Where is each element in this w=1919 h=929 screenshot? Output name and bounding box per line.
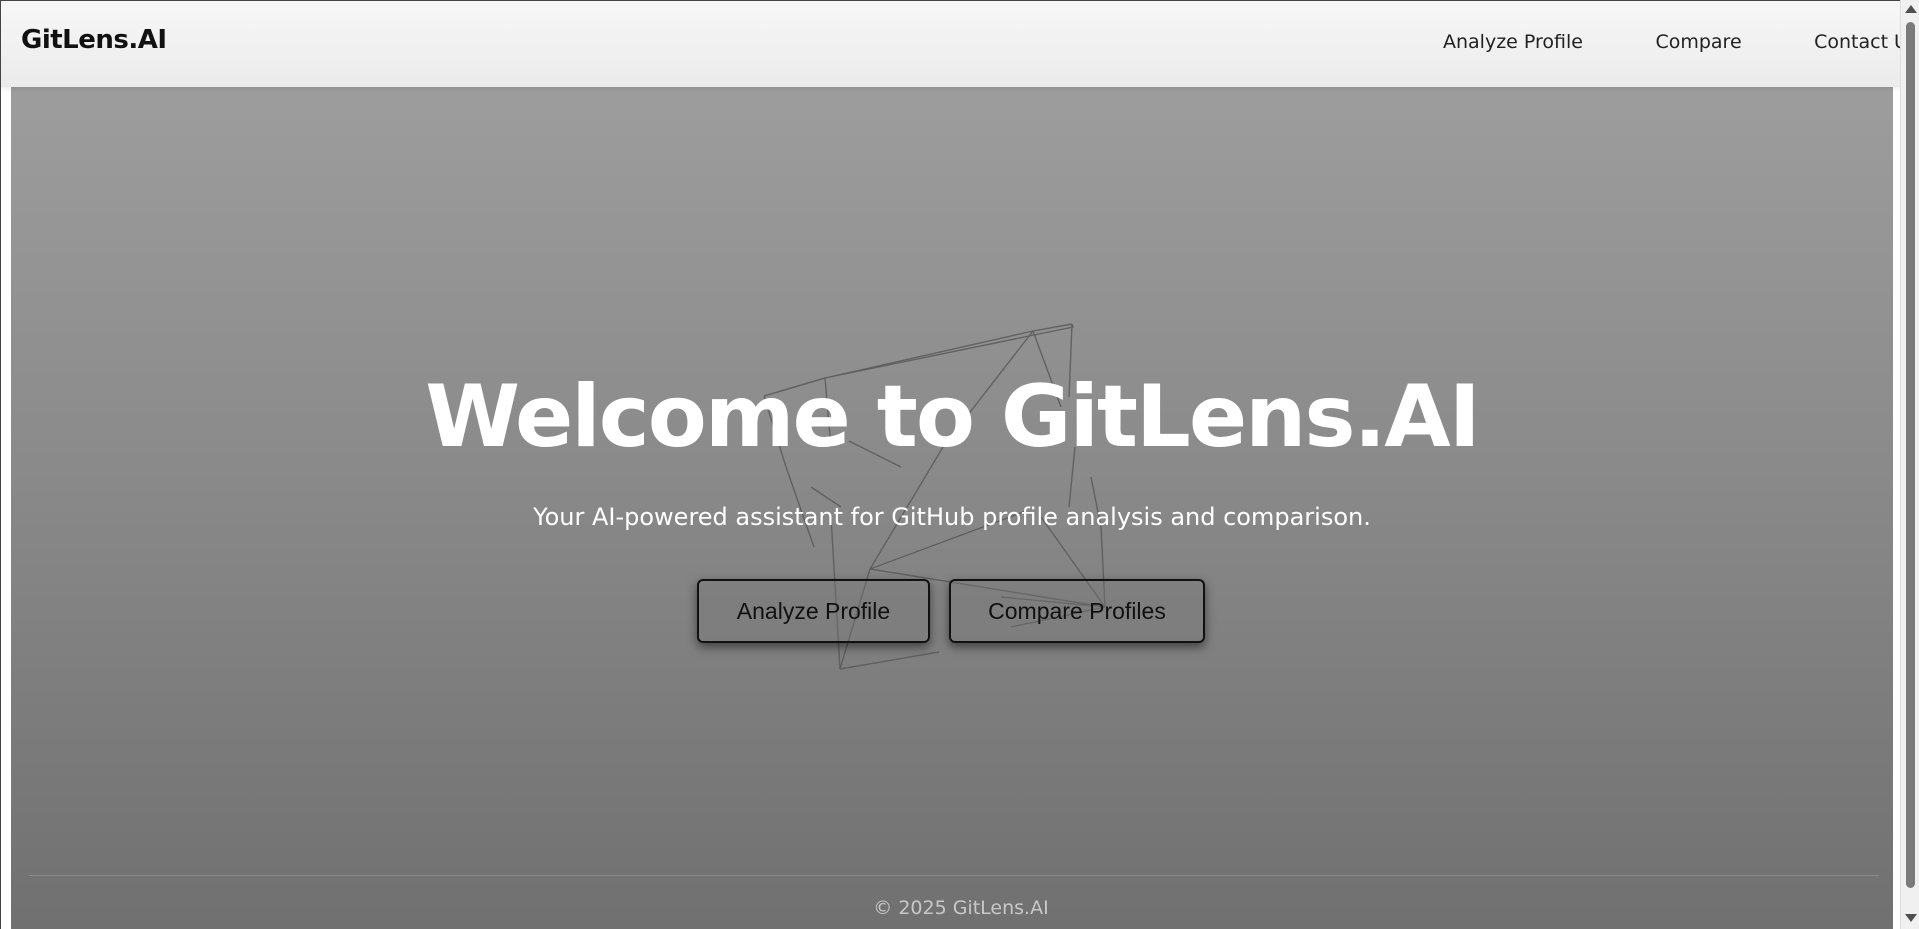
compare-profiles-button[interactable]: Compare Profiles [949, 579, 1205, 643]
nav-link-contact-us[interactable]: Contact Us [1814, 31, 1900, 53]
vertical-scrollbar[interactable] [1900, 0, 1919, 929]
browser-viewport: GitLens.AI Analyze Profile Compare Conta… [0, 0, 1900, 929]
nav-links: Analyze Profile Compare Contact Us [1443, 31, 1900, 53]
scroll-down-arrow-icon[interactable] [1905, 914, 1917, 922]
nav-link-analyze-profile[interactable]: Analyze Profile [1443, 31, 1583, 53]
hero-title: Welcome to GitLens.AI [425, 367, 1481, 467]
hero-section: Welcome to GitLens.AI Your AI-powered as… [11, 87, 1893, 929]
scrollbar-thumb[interactable] [1906, 22, 1915, 888]
scroll-up-arrow-icon[interactable] [1905, 5, 1917, 13]
brand-logo[interactable]: GitLens.AI [21, 25, 167, 55]
nav-link-compare[interactable]: Compare [1655, 31, 1741, 53]
hero-actions: Analyze Profile Compare Profiles [697, 579, 1205, 643]
footer-copyright: © 2025 GitLens.AI [873, 897, 1049, 919]
navbar: GitLens.AI Analyze Profile Compare Conta… [1, 1, 1900, 87]
hero-subtitle: Your AI-powered assistant for GitHub pro… [533, 503, 1371, 531]
footer-divider [29, 875, 1879, 876]
analyze-profile-button[interactable]: Analyze Profile [697, 579, 930, 643]
